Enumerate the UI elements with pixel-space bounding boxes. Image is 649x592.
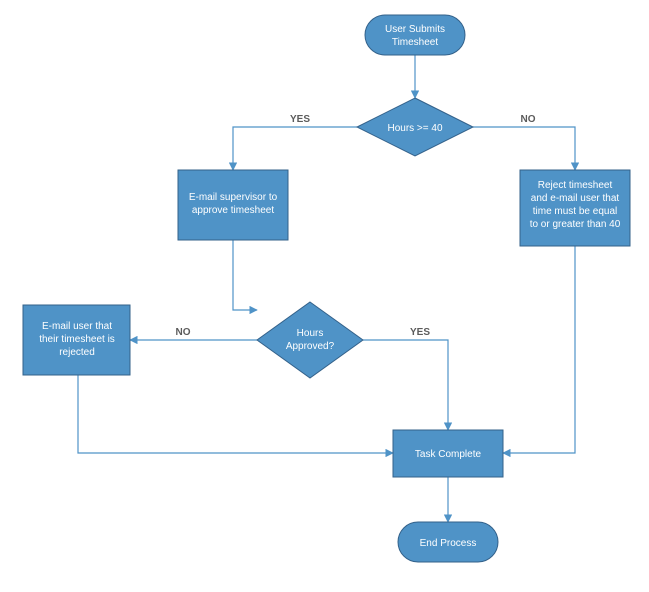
edge-dec-hours40-yes [233, 127, 357, 170]
svg-text:Timesheet: Timesheet [392, 37, 439, 48]
node-proc-reject40-line3: time must be equal [533, 206, 618, 217]
node-dec-hours40-line1: Hours >= 40 [387, 123, 442, 134]
svg-text:their timesheet is: their timesheet is [39, 334, 115, 345]
svg-text:End Process: End Process [420, 538, 477, 549]
edge-emailsup-to-decapproved [233, 240, 257, 310]
node-proc-complete-line1: Task Complete [415, 449, 482, 460]
node-proc-email-rej-line3: rejected [59, 347, 95, 358]
svg-text:E-mail user that: E-mail user that [42, 321, 112, 332]
node-dec-approved-line1: Hours [297, 328, 324, 339]
svg-text:Reject timesheet: Reject timesheet [538, 180, 613, 191]
svg-text:User Submits: User Submits [385, 24, 445, 35]
svg-text:and e-mail user that: and e-mail user that [531, 193, 620, 204]
node-proc-email-rej: E-mail user that their timesheet is reje… [23, 305, 130, 375]
node-proc-reject40-line1: Reject timesheet [538, 180, 613, 191]
flowchart-canvas: YES NO NO YES User Submits Timesheet Hou… [0, 0, 649, 592]
svg-text:time must be equal: time must be equal [533, 206, 618, 217]
node-proc-complete: Task Complete [393, 430, 503, 477]
node-proc-reject40: Reject timesheet and e-mail user that ti… [520, 170, 630, 246]
edge-label-yes-1: YES [290, 114, 310, 125]
node-start: User Submits Timesheet [365, 15, 465, 55]
edge-emailrej-to-complete [78, 375, 393, 453]
edge-reject40-to-complete [503, 246, 575, 453]
node-end-line1: End Process [420, 538, 477, 549]
node-start-line1: User Submits [385, 24, 445, 35]
edge-label-no-2: NO [176, 327, 191, 338]
edge-dec-hours40-no [473, 127, 575, 170]
node-proc-reject40-line2: and e-mail user that [531, 193, 620, 204]
edge-label-no-1: NO [521, 114, 536, 125]
svg-text:Hours: Hours [297, 328, 324, 339]
node-start-line2: Timesheet [392, 37, 439, 48]
svg-text:Task Complete: Task Complete [415, 449, 482, 460]
edge-decapproved-yes [363, 340, 448, 430]
node-proc-email-rej-line1: E-mail user that [42, 321, 112, 332]
node-proc-email-rej-line2: their timesheet is [39, 334, 115, 345]
node-proc-email-sup-line2: approve timesheet [192, 205, 274, 216]
svg-text:approve timesheet: approve timesheet [192, 205, 274, 216]
node-proc-email-sup: E-mail supervisor to approve timesheet [178, 170, 288, 240]
node-end: End Process [398, 522, 498, 562]
svg-text:Hours >= 40: Hours >= 40 [387, 123, 442, 134]
node-dec-approved-line2: Approved? [286, 341, 335, 352]
node-proc-reject40-line4: to or greater than 40 [530, 219, 621, 230]
svg-text:to or greater than 40: to or greater than 40 [530, 219, 621, 230]
svg-text:rejected: rejected [59, 347, 95, 358]
svg-text:E-mail supervisor to: E-mail supervisor to [189, 192, 278, 203]
node-proc-email-sup-line1: E-mail supervisor to [189, 192, 278, 203]
svg-text:Approved?: Approved? [286, 341, 335, 352]
node-dec-hours40: Hours >= 40 [357, 98, 473, 156]
edge-label-yes-2: YES [410, 327, 430, 338]
node-dec-approved: Hours Approved? [257, 302, 363, 378]
